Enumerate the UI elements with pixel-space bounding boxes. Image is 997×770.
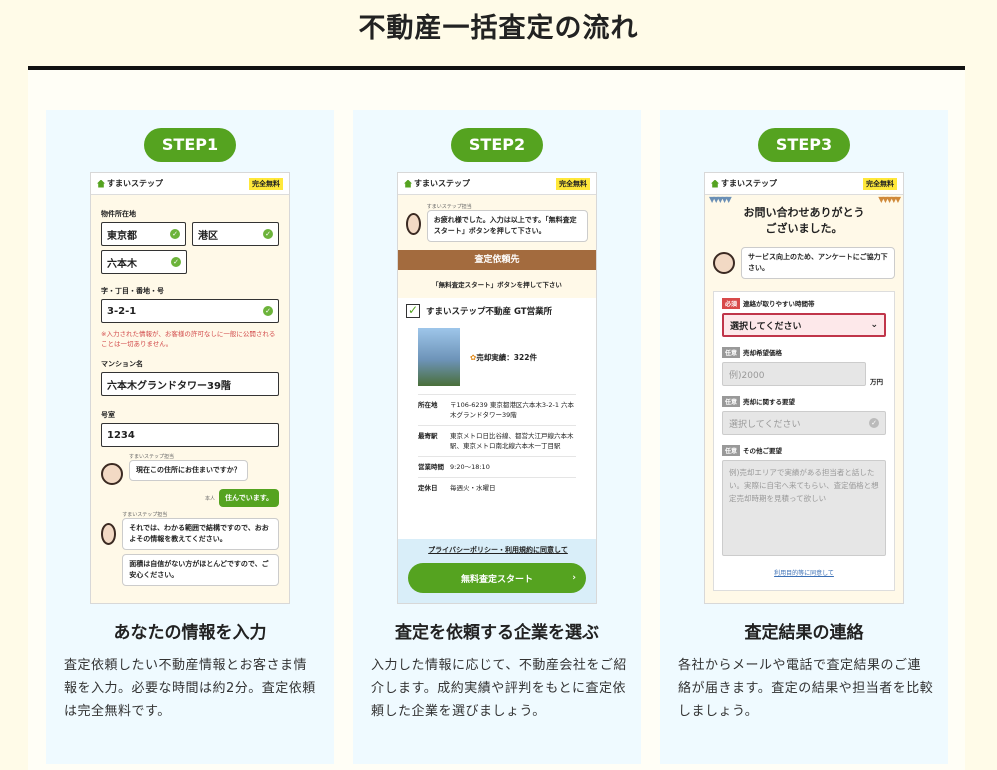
agent-avatar — [101, 463, 123, 485]
sales-record: 売却実績：322件 — [476, 352, 537, 362]
building-photo — [418, 328, 460, 386]
room-field[interactable]: 1234 — [101, 423, 279, 447]
free-badge: 完全無料 — [863, 177, 897, 190]
card-title: 査定結果の連絡 — [744, 623, 864, 643]
bunting-icon: ▼▼▼▼▼ — [878, 195, 901, 204]
free-badge: 完全無料 — [556, 177, 590, 190]
bunting-icon: ▼▼▼▼▼ — [709, 195, 732, 204]
request-sub: 「無料査定スタート」ボタンを押して下さい — [398, 270, 596, 298]
info-row: 所在地 〒106-6239 東京都港区六本木3-2-1 六本木グランドタワー39階 — [418, 394, 576, 425]
agree-link[interactable]: プライバシーポリシー・利用規約に同意して — [398, 545, 596, 555]
label-location: 物件所在地 — [101, 210, 136, 218]
step1-screenshot: すまいステップ 完全無料 物件所在地 東京都 ✓ 港区 ✓ 六本木 ✓ 字・丁目・番地… — [90, 172, 290, 604]
agent-avatar — [406, 213, 421, 235]
label-price: 売却希望価格 — [743, 349, 783, 357]
chat-question: 現在この住所にお住まいですか？ — [129, 460, 248, 481]
card-description: 入力した情報に応じて、不動産会社をご紹介します。成約実績や評判をもとに査定依頼し… — [371, 658, 627, 719]
agent-name: すまいステップ担当 — [122, 512, 168, 518]
price-input[interactable]: 例)2000 — [722, 362, 866, 386]
mansion-field[interactable]: 六本木グランドタワー39階 — [101, 372, 279, 396]
step3-screenshot: すまいステップ 完全無料 ▼▼▼▼▼ ▼▼▼▼▼ お問い合わせありがとうございま… — [704, 172, 904, 604]
chevron-down-icon: ⌄ — [870, 320, 878, 330]
step2-screenshot: すまいステップ 完全無料 すまいステップ担当 お疲れ様でした。入力は以上です。「… — [397, 172, 597, 604]
house-icon — [97, 179, 105, 188]
chat-reply: 住んでいます。 — [219, 489, 279, 507]
label-other: その他ご要望 — [743, 447, 783, 455]
pref-field[interactable]: 東京都 ✓ — [101, 222, 187, 246]
privacy-notice: ※入力された情報が、お客様の許可なしに一般に公開されることは一切ありません。 — [101, 330, 276, 348]
step-badge: STEP2 — [451, 128, 543, 162]
price-unit: 万円 — [870, 378, 883, 386]
request-bar: 査定依頼先 — [398, 250, 596, 270]
house-icon — [711, 179, 719, 188]
label-address: 字・丁目・番地・号 — [101, 287, 164, 295]
card-description: 査定依頼したい不動産情報とお客さま情報を入力。必要な時間は約2分。査定依頼は完全… — [64, 658, 316, 719]
chat-question: 面積は自信がない方がほとんどですので、ご安心ください。 — [122, 554, 279, 586]
chat-question: それでは、わかる範囲で結構ですので、おおよその情報を教えてください。 — [122, 518, 279, 550]
chevron-right-icon: › — [572, 573, 576, 583]
card-title: あなたの情報を入力 — [113, 623, 267, 643]
label-time: 連絡が取りやすい時間帯 — [743, 300, 815, 308]
request-select[interactable]: 選択してください ✓ — [722, 411, 886, 435]
mock-header: すまいステップ 完全無料 — [705, 173, 903, 195]
other-textarea[interactable]: 例)売却エリアで実績がある担当者と話したい。実際に自宅へ来てもらい、査定価格と想… — [722, 460, 886, 556]
required-tag: 必須 — [722, 298, 741, 309]
reply-name: 本人 — [205, 495, 216, 502]
step-badge: STEP3 — [758, 128, 850, 162]
address-field[interactable]: 3-2-1 ✓ — [101, 299, 279, 323]
town-field[interactable]: 六本木 ✓ — [101, 250, 187, 274]
label-room: 号室 — [101, 411, 115, 419]
consent-link[interactable]: 利用目的等に同意して — [722, 568, 886, 577]
time-select[interactable]: 選択してください ⌄ — [722, 313, 886, 337]
check-icon: ✓ — [263, 229, 273, 239]
free-badge: 完全無料 — [249, 177, 283, 190]
mock-header: すまいステップ 完全無料 — [398, 173, 596, 195]
page-title: 不動産一括査定の流れ — [358, 13, 639, 44]
start-button[interactable]: 無料査定スタート › — [408, 563, 586, 593]
agent-avatar — [101, 523, 117, 545]
check-icon: ✓ — [263, 306, 273, 316]
check-icon: ✓ — [171, 257, 181, 267]
agent-name: すまいステップ担当 — [426, 204, 472, 210]
card-title: 査定を依頼する企業を選ぶ — [395, 623, 599, 643]
company-name: すまいステップ不動産 GT営業所 — [426, 307, 553, 317]
company-checkbox[interactable]: ✓ — [406, 304, 420, 318]
step-card-3: STEP3 すまいステップ 完全無料 ▼▼▼▼▼ ▼▼▼▼▼ お問い合わせありが… — [660, 110, 948, 764]
optional-tag: 任意 — [722, 396, 741, 407]
check-icon: ✓ — [869, 418, 879, 428]
ward-field[interactable]: 港区 ✓ — [192, 222, 279, 246]
info-row: 最寄駅 東京メトロ日比谷線、都営大江戸線六本木駅、東京メトロ南北線六本木一丁目駅 — [418, 425, 576, 456]
mock-logo: すまいステップ — [404, 178, 470, 189]
label-request: 売却に関する要望 — [743, 398, 796, 406]
check-icon: ✓ — [170, 229, 181, 239]
agent-avatar — [713, 252, 735, 274]
step-badge: STEP1 — [144, 128, 236, 162]
mock-header: すまいステップ 完全無料 — [91, 173, 289, 195]
house-icon — [404, 179, 412, 188]
chat-message: お疲れ様でした。入力は以上です。「無料査定スタート」ボタンを押して下さい。 — [426, 210, 588, 242]
optional-tag: 任意 — [722, 445, 741, 456]
survey-message: サービス向上のため、アンケートにご協力下さい。 — [741, 247, 895, 279]
step-card-2: STEP2 すまいステップ 完全無料 すまいステップ担当 お疲れ様でした。入力は… — [353, 110, 641, 764]
label-mansion: マンション名 — [101, 360, 143, 368]
step-card-1: STEP1 すまいステップ 完全無料 物件所在地 東京都 ✓ 港区 ✓ 六本木 ✓ 字… — [46, 110, 334, 764]
info-row: 定休日 毎週火・水曜日 — [418, 477, 576, 498]
info-row: 営業時間 9:20〜18:10 — [418, 456, 576, 477]
optional-tag: 任意 — [722, 347, 741, 358]
mock-logo: すまいステップ — [97, 178, 163, 189]
mock-logo: すまいステップ — [711, 178, 777, 189]
thanks-heading: お問い合わせありがとうございました。 — [743, 206, 865, 235]
card-description: 各社からメールや電話で査定結果のご連絡が届きます。査定の結果や担当者を比較しまし… — [678, 658, 934, 719]
agent-name: すまいステップ担当 — [129, 454, 175, 460]
